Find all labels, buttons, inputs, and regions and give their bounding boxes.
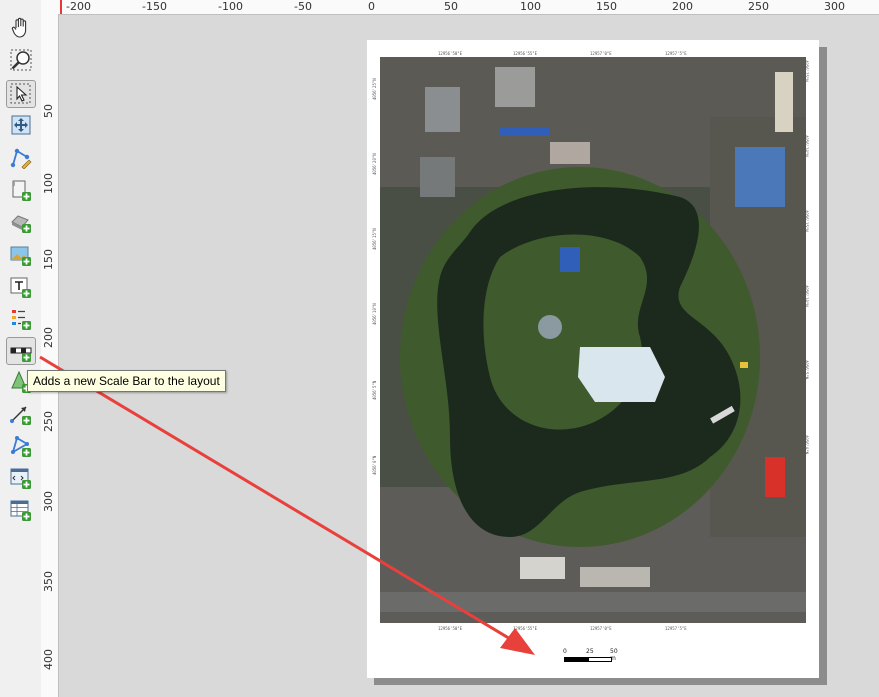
add-polygon-tool[interactable] — [6, 432, 36, 460]
add-legend-tool[interactable] — [6, 305, 36, 333]
add-picture-icon — [10, 246, 31, 266]
vruler-label: 250 — [42, 411, 55, 432]
vruler-label: 150 — [42, 249, 55, 270]
ruler-cursor-marker — [60, 0, 62, 14]
add-scale-bar-tool[interactable] — [6, 337, 36, 365]
grid-label-top: 12957'0"E — [590, 51, 612, 56]
zoom-icon — [10, 49, 32, 71]
hruler-label: 0 — [368, 0, 375, 13]
vruler-label: 100 — [42, 173, 55, 194]
hruler-label: 100 — [520, 0, 541, 13]
vruler-label: 350 — [42, 571, 55, 592]
scale-bar-label: 25 — [586, 648, 594, 655]
grid-label-left: 4056'25"N — [372, 78, 377, 100]
tooltip: Adds a new Scale Bar to the layout — [27, 370, 226, 392]
vruler-label: 200 — [42, 327, 55, 348]
vruler-label: 50 — [42, 104, 55, 118]
grid-label-bottom: 12957'0"E — [590, 626, 612, 631]
hruler-label: -100 — [218, 0, 243, 13]
add-map-icon — [12, 180, 31, 201]
add-map-tool[interactable] — [6, 176, 36, 204]
scale-bar-segment — [564, 657, 588, 662]
horizontal-ruler: -200 -150 -100 -50 0 50 100 150 200 250 … — [58, 0, 879, 15]
grid-label-right: 4056'0"N — [804, 435, 809, 455]
vruler-label: 400 — [42, 649, 55, 670]
grid-label-bottom: 12957'5"E — [665, 626, 687, 631]
attribute-table-icon — [10, 500, 31, 521]
hruler-label: 150 — [596, 0, 617, 13]
select-arrow-icon — [10, 83, 31, 104]
hand-icon — [11, 17, 27, 38]
html-icon — [10, 468, 31, 489]
hruler-label: 200 — [672, 0, 693, 13]
satellite-imagery — [380, 57, 806, 623]
grid-label-right: 4056'20"N — [804, 135, 809, 157]
grid-label-left: 4056'20"N — [372, 153, 377, 175]
pan-layout-tool[interactable] — [6, 14, 36, 42]
grid-label-left: 4056'0"N — [372, 455, 377, 475]
grid-label-left: 4056'15"N — [372, 228, 377, 250]
add-label-icon — [10, 277, 31, 298]
add-legend-icon — [12, 310, 31, 330]
scale-bar-label: 0 — [563, 648, 567, 655]
hruler-label: 300 — [824, 0, 845, 13]
add-3d-map-tool[interactable] — [6, 208, 36, 236]
hruler-label: -50 — [294, 0, 312, 13]
scale-bar-segment — [588, 657, 612, 662]
vruler-label: 300 — [42, 491, 55, 512]
hruler-label: 50 — [444, 0, 458, 13]
hruler-label: 250 — [748, 0, 769, 13]
map-item[interactable] — [380, 57, 806, 623]
move-content-icon — [11, 115, 31, 135]
grid-label-bottom: 12956'55"E — [513, 626, 538, 631]
grid-label-right: 4056'15"N — [804, 210, 809, 232]
add-3d-map-icon — [11, 215, 31, 233]
grid-label-top: 12957'5"E — [665, 51, 687, 56]
grid-label-top: 12956'50"E — [438, 51, 463, 56]
polygon-icon — [11, 436, 31, 457]
hruler-label: -150 — [142, 0, 167, 13]
grid-label-right: 4056'10"N — [804, 285, 809, 307]
hruler-label: -200 — [66, 0, 91, 13]
grid-label-left: 4056'5"N — [372, 380, 377, 400]
add-picture-tool[interactable] — [6, 241, 36, 269]
add-attribute-table-tool[interactable] — [6, 496, 36, 524]
grid-label-right: 4056'5"N — [804, 360, 809, 380]
zoom-tool[interactable] — [6, 46, 36, 74]
add-label-tool[interactable] — [6, 273, 36, 301]
polyline-icon — [10, 406, 31, 425]
add-polyline-tool[interactable] — [6, 400, 36, 428]
select-move-item-tool[interactable] — [6, 80, 36, 108]
vertical-ruler: 50 100 150 200 250 300 350 400 — [41, 0, 59, 697]
grid-label-bottom: 12956'50"E — [438, 626, 463, 631]
move-item-content-tool[interactable] — [6, 111, 36, 139]
scale-bar-icon — [10, 347, 32, 362]
edit-nodes-icon — [10, 148, 32, 169]
grid-label-right: 4056'25"N — [804, 60, 809, 82]
grid-label-left: 4056'10"N — [372, 303, 377, 325]
layout-toolbox — [0, 0, 42, 697]
grid-label-top: 12956'55"E — [513, 51, 538, 56]
edit-nodes-tool[interactable] — [6, 143, 36, 171]
add-html-tool[interactable] — [6, 464, 36, 492]
